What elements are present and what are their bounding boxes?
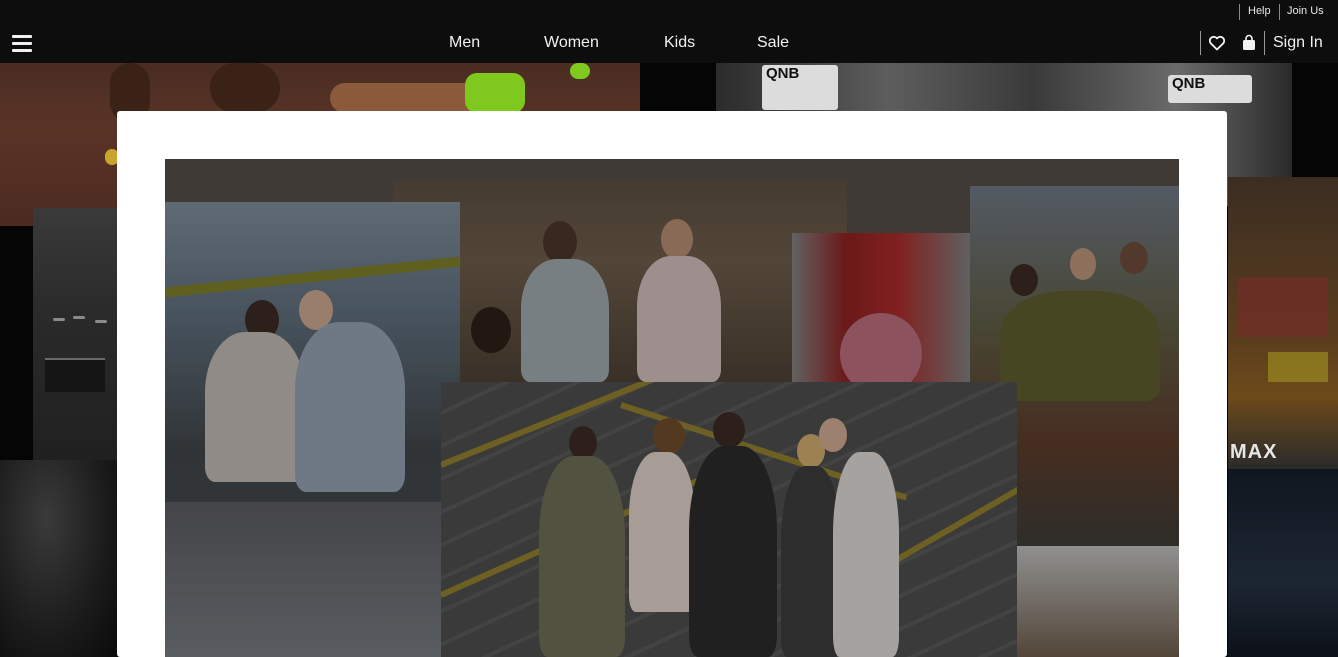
crowd-photo: [1228, 469, 1338, 657]
hamburger-menu-icon[interactable]: [12, 35, 32, 52]
store-sign: MAX: [1230, 441, 1278, 463]
join-us-link[interactable]: Join Us: [1287, 5, 1324, 18]
retail-store-photo: MAX: [1228, 177, 1338, 469]
group-photo-top: [393, 181, 847, 382]
stairs-group-photo: [165, 202, 460, 657]
utility-separator: [1279, 4, 1280, 20]
nav-link-sale[interactable]: Sale: [757, 34, 789, 52]
red-hair-photo: [792, 233, 970, 382]
nav-link-kids[interactable]: Kids: [664, 34, 695, 52]
group-photo-center: [441, 382, 1017, 657]
shopping-bag-icon[interactable]: [1239, 33, 1259, 53]
page: QNB QNB MAX Help Join Us Men Women Kids …: [0, 0, 1338, 657]
sign-in-link[interactable]: Sign In: [1273, 34, 1323, 52]
nav-separator: [1264, 31, 1265, 55]
race-bib: QNB: [762, 65, 838, 110]
utility-bar: Help Join Us: [0, 0, 1338, 23]
hat-portrait-photo: [0, 460, 117, 657]
nav-link-women[interactable]: Women: [544, 34, 599, 52]
main-navigation: Men Women Kids Sale Sign In: [0, 23, 1338, 63]
help-link[interactable]: Help: [1248, 5, 1271, 18]
store-interior-photo: [33, 208, 119, 473]
hero-collage-image: [165, 159, 1179, 657]
race-bib: QNB: [1168, 75, 1252, 103]
utility-separator: [1239, 4, 1240, 20]
nav-link-men[interactable]: Men: [449, 34, 480, 52]
heart-icon[interactable]: [1207, 33, 1227, 53]
nav-separator: [1200, 31, 1201, 55]
modal-dialog: [117, 111, 1227, 657]
